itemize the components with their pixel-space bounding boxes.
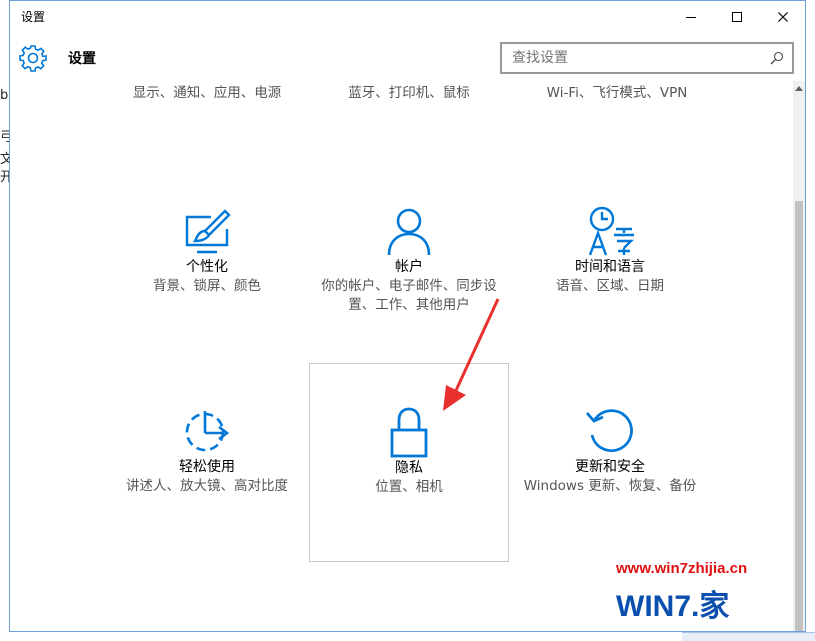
title-bar[interactable]: 设置: [10, 1, 805, 33]
tile-accounts[interactable]: 帐户 你的帐户、电子邮件、同步设置、工作、其他用户: [311, 205, 507, 315]
tile-description: 背景、锁屏、颜色: [153, 278, 261, 294]
tile-title: 帐户: [395, 259, 423, 275]
window-title: 设置: [21, 10, 46, 24]
background-text: 弓: [0, 130, 9, 145]
watermark-logo: WIN7.家: [616, 590, 729, 623]
chevron-up-icon: [795, 85, 803, 91]
tile-description: Wi-Fi、飞行模式、VPN: [546, 85, 688, 101]
tile-time-language[interactable]: 时间和语言 语音、区域、日期: [512, 205, 708, 296]
tile-network[interactable]: Wi-Fi、飞行模式、VPN: [512, 84, 722, 103]
tile-description: 讲述人、放大镜、高对比度: [126, 478, 288, 494]
time-language-icon: [588, 206, 634, 256]
tile-devices[interactable]: 蓝牙、打印机、鼠标: [311, 84, 507, 103]
tile-ease-of-access[interactable]: 轻松使用 讲述人、放大镜、高对比度: [109, 405, 305, 496]
tile-description: 你的帐户、电子邮件、同步设置、工作、其他用户: [321, 278, 497, 313]
background-text: 文: [0, 152, 9, 167]
tile-system[interactable]: 显示、通知、应用、电源: [109, 84, 305, 103]
tile-update-security[interactable]: 更新和安全 Windows 更新、恢复、备份: [512, 405, 708, 496]
account-icon: [387, 208, 431, 256]
tile-title: 时间和语言: [575, 259, 645, 275]
maximize-button[interactable]: [714, 1, 760, 33]
tile-personalization[interactable]: 个性化 背景、锁屏、颜色: [109, 205, 305, 296]
ease-of-access-icon: [185, 411, 230, 452]
vertical-scrollbar[interactable]: [793, 81, 805, 631]
settings-header: 设置: [10, 33, 805, 81]
gear-icon[interactable]: [19, 44, 47, 72]
minimize-button[interactable]: [668, 1, 714, 33]
tile-description: 显示、通知、应用、电源: [132, 85, 282, 101]
tile-description: 蓝牙、打印机、鼠标: [348, 85, 470, 101]
tile-description: Windows 更新、恢复、备份: [523, 478, 697, 494]
search-icon[interactable]: [770, 51, 784, 65]
tile-title: 轻松使用: [179, 459, 235, 475]
lock-icon: [390, 407, 428, 458]
settings-window: 设置 设置 查找设置 显示、通知、应用、电源 蓝牙、打印机、鼠标 Wi-Fi、飞…: [9, 0, 806, 632]
minimize-icon: [686, 17, 696, 18]
tile-title: 个性化: [186, 259, 228, 275]
page-title: 设置: [68, 51, 96, 67]
maximize-icon: [732, 12, 742, 22]
scroll-up-button[interactable]: [793, 81, 805, 95]
tile-title: 隐私: [395, 460, 423, 476]
tile-title: 更新和安全: [575, 459, 645, 475]
personalization-icon: [185, 209, 231, 254]
background-text: b: [0, 88, 9, 103]
update-icon: [585, 409, 633, 453]
close-button[interactable]: [760, 1, 805, 33]
watermark-url: www.win7zhijia.cn: [616, 560, 748, 577]
watermark-logo-text: WIN7.家: [616, 590, 729, 623]
search-box[interactable]: [500, 42, 794, 74]
tile-description: 语音、区域、日期: [556, 278, 664, 294]
watermark: www.win7zhijia.cn WIN7.家: [612, 560, 802, 632]
background-desktop: b 弓 文 开: [0, 0, 9, 640]
close-icon: [778, 12, 788, 22]
search-input[interactable]: [502, 44, 792, 72]
tile-privacy[interactable]: 隐私 位置、相机: [309, 363, 509, 562]
tile-description: 位置、相机: [375, 479, 443, 495]
background-text: 开: [0, 170, 9, 185]
